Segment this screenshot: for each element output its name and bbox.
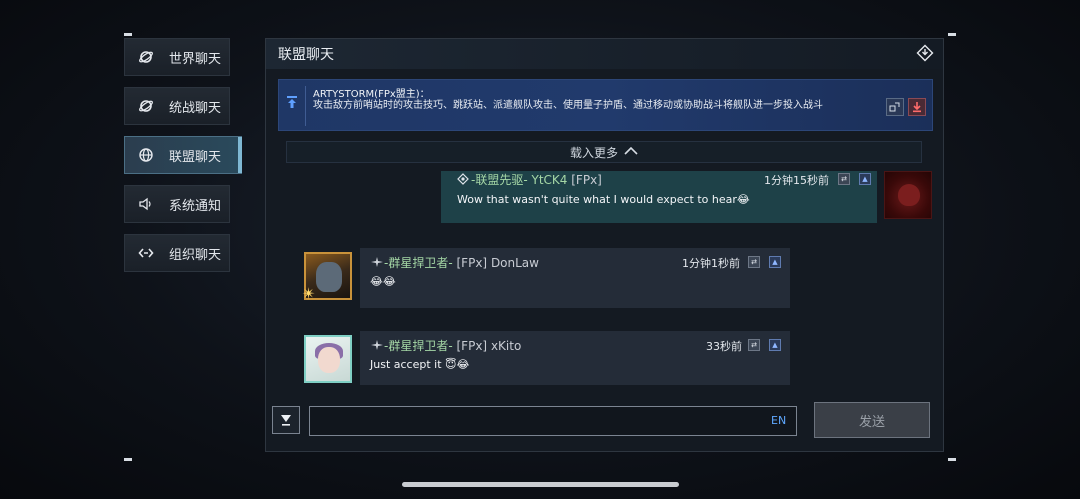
pin-message-icon[interactable]: ▲: [769, 339, 781, 351]
avatar-image: [318, 347, 340, 373]
pinned-message: ARTYSTORM(FPx盟主)： 攻击敌方前哨站时的攻击技巧、跳跃站、派遣舰队…: [278, 79, 933, 131]
corner-mark: [948, 458, 956, 461]
pinned-author: ARTYSTORM(FPx盟主)：: [313, 89, 430, 100]
translate-icon[interactable]: ⇄: [748, 256, 760, 268]
sidebar-item-world-chat[interactable]: 世界聊天: [124, 38, 230, 76]
pin-message-icon[interactable]: ▲: [859, 173, 871, 185]
corner-mark: [124, 33, 132, 36]
message-text: 😂😂: [370, 275, 396, 288]
message-time: 1分钟1秒前: [682, 257, 740, 270]
message-text: Wow that wasn't quite what I would expec…: [457, 193, 750, 206]
sidebar-item-label: 系统通知: [169, 198, 222, 214]
sender-name: -群星捍卫者- [FPx] xKito: [370, 337, 521, 354]
corner-mark: [948, 33, 956, 36]
chat-message[interactable]: -群星捍卫者- [FPx] xKito 33秒前 ⇄ ▲ Just accept…: [360, 331, 790, 385]
panel-header: 联盟聊天: [266, 39, 943, 69]
pinned-text: 攻击敌方前哨站时的攻击技巧、跳跃站、派遣舰队攻击、使用量子护盾、通过移动或协助战…: [313, 100, 823, 111]
sender-name: -群星捍卫者- [FPx] DonLaw: [370, 254, 539, 271]
chat-message[interactable]: -群星捍卫者- [FPx] DonLaw 1分钟1秒前 ⇄ ▲ 😂😂: [360, 248, 790, 308]
chat-input-bar: EN 发送: [266, 401, 943, 451]
sidebar-item-united-chat[interactable]: 统战聊天: [124, 87, 230, 125]
translate-icon[interactable]: ⇄: [748, 339, 760, 351]
rank-emblem-icon: [370, 339, 383, 351]
message-text: Just accept it 😇😂: [370, 358, 470, 371]
expand-toggle-icon[interactable]: [272, 406, 300, 434]
link-icon: [137, 244, 155, 262]
pin-divider: [305, 86, 306, 126]
load-more-label: 载入更多: [569, 145, 618, 160]
panel-title: 联盟聊天: [278, 47, 334, 63]
speaker-icon: [137, 195, 155, 213]
sidebar-item-label: 世界聊天: [169, 51, 222, 67]
avatar[interactable]: [884, 171, 932, 219]
chat-panel: 联盟聊天 ARTYSTORM(FPx盟主)： 攻击敌方前哨站时的攻击技巧、跳跃站…: [265, 38, 944, 452]
rank-emblem-icon: [370, 256, 383, 268]
sidebar-item-org-chat[interactable]: 组织聊天: [124, 234, 230, 272]
avatar[interactable]: ✴: [302, 252, 352, 303]
globe-icon: [137, 146, 155, 164]
planet-icon: [137, 48, 155, 66]
pin-message-icon[interactable]: ▲: [769, 256, 781, 268]
avatar[interactable]: [304, 335, 352, 383]
sidebar-item-alliance-chat[interactable]: 联盟聊天: [124, 136, 242, 174]
sidebar-item-label: 组织聊天: [169, 247, 222, 263]
cat-avatar-image: [898, 184, 920, 206]
message-time: 33秒前: [706, 340, 742, 353]
chevron-up-icon: [624, 146, 638, 158]
load-more-button[interactable]: 载入更多: [286, 141, 922, 163]
corner-mark: [124, 458, 132, 461]
sparkle-icon: ✴: [302, 284, 316, 303]
chat-message[interactable]: -联盟先驱- YtCK4 [FPx] 1分钟15秒前 ⇄ ▲ Wow that …: [441, 171, 877, 223]
chat-message-input[interactable]: [309, 406, 797, 436]
sidebar-item-label: 联盟聊天: [169, 149, 222, 165]
unpin-icon[interactable]: [908, 98, 926, 116]
translate-icon[interactable]: [886, 98, 904, 116]
planet-icon: [137, 97, 155, 115]
translate-icon[interactable]: ⇄: [838, 173, 850, 185]
pin-up-icon[interactable]: [285, 93, 299, 111]
rank-emblem-icon: [457, 173, 469, 185]
collapse-icon[interactable]: [915, 43, 935, 63]
message-time: 1分钟15秒前: [764, 174, 829, 187]
language-toggle[interactable]: EN: [771, 414, 786, 427]
home-indicator[interactable]: [402, 482, 679, 487]
avatar-image: [316, 262, 342, 292]
sidebar-item-system-notice[interactable]: 系统通知: [124, 185, 230, 223]
send-button[interactable]: 发送: [814, 402, 930, 438]
sender-name: -联盟先驱- YtCK4 [FPx]: [457, 171, 602, 188]
sidebar-item-label: 统战聊天: [169, 100, 222, 116]
